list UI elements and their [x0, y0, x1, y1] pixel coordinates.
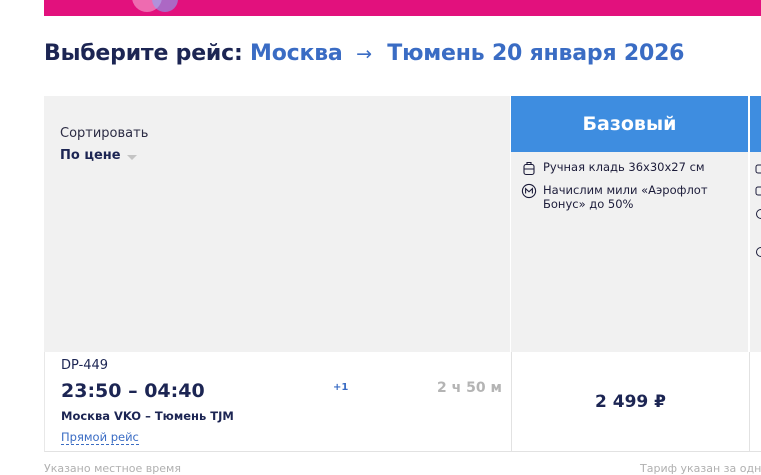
chevron-down-icon — [127, 155, 137, 160]
flight-time: 23:50 – 04:40 — [61, 380, 205, 402]
direct-flight-link[interactable]: Прямой рейс — [61, 431, 139, 445]
flight-number: DP-449 — [61, 358, 108, 373]
tariff-name: Базовый — [583, 113, 677, 135]
miles-icon — [754, 246, 761, 258]
feature-text: Ручная кладь 36х30х27 см — [543, 160, 705, 174]
fare-note: Тариф указан за одного — [640, 462, 761, 475]
page-title-label: Выберите рейс: — [44, 41, 243, 66]
flight-date: 20 января 2026 — [492, 41, 684, 66]
carry-on-bag-icon — [521, 160, 537, 176]
feature-miles: Начислим мили «Аэрофлот Бонус» до 50% — [521, 183, 731, 211]
local-time-note: Указано местное время — [44, 462, 181, 475]
promo-banner[interactable] — [44, 0, 761, 16]
carry-on-bag-icon — [754, 162, 761, 174]
sort-caption: Сортировать — [60, 126, 148, 141]
seat-icon — [754, 208, 761, 220]
flight-duration: 2 ч 50 м — [437, 380, 502, 396]
price-cell-basic[interactable]: 2 499 ₽ — [512, 352, 749, 452]
sort-dropdown[interactable]: По цене — [60, 148, 137, 163]
tariff-features: Ручная кладь 36х30х27 см Начислим мили «… — [511, 152, 748, 352]
day-shift-badge: +1 — [333, 382, 348, 393]
miles-icon — [521, 183, 537, 199]
origin-city: Москва — [250, 41, 343, 66]
tariff-header-basic[interactable]: Базовый — [511, 96, 748, 152]
tariff-features-next — [750, 152, 761, 352]
banner-decoration — [152, 0, 178, 12]
flight-row[interactable]: DP-449 23:50 – 04:40 +1 2 ч 50 м Москва … — [44, 352, 761, 452]
feature-carry-on: Ручная кладь 36х30х27 см — [521, 160, 705, 176]
column-divider — [749, 352, 750, 452]
luggage-icon — [754, 184, 761, 196]
sort-panel: Сортировать По цене — [44, 96, 510, 352]
sort-selected-value: По цене — [60, 148, 121, 163]
arrow-right-icon: → — [356, 43, 372, 65]
price-value: 2 499 ₽ — [595, 392, 666, 412]
tariff-header-next[interactable] — [750, 96, 761, 152]
page-title: Выберите рейс: Москва → Тюмень 20 января… — [44, 41, 684, 71]
destination-city: Тюмень — [387, 41, 484, 66]
flight-route: Москва VKO – Тюмень TJM — [61, 409, 234, 423]
flights-table: Сортировать По цене Базовый Ручная кладь… — [44, 96, 761, 454]
feature-text: Начислим мили «Аэрофлот Бонус» до 50% — [543, 183, 731, 211]
